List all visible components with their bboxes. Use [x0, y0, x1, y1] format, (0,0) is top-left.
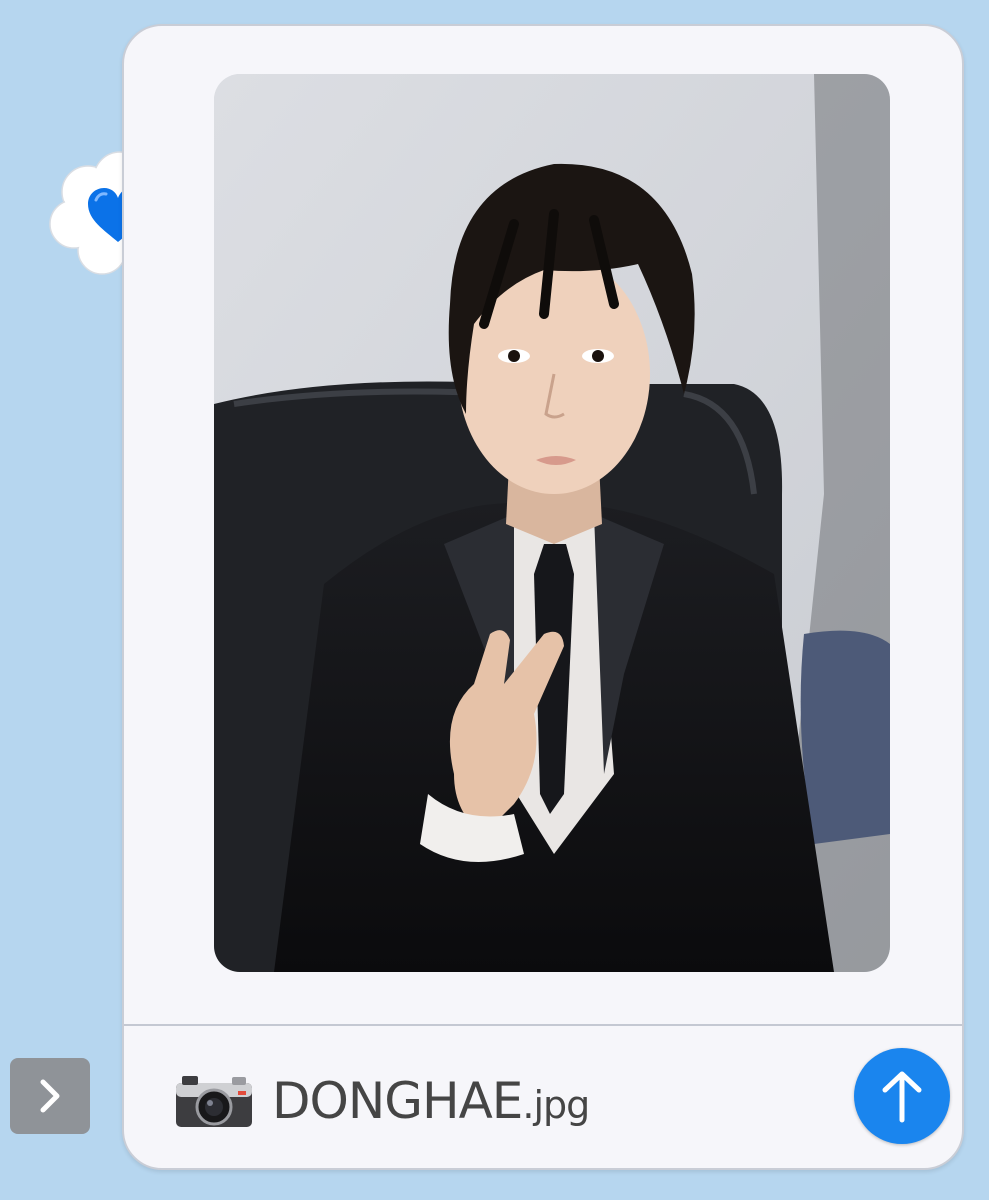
- composer-divider: [124, 1024, 962, 1026]
- send-button[interactable]: [854, 1048, 950, 1144]
- message-card: DONGHAE.jpg: [122, 24, 964, 1170]
- camera-icon: [174, 1071, 254, 1131]
- attachment-file-name: DONGHAE.jpg: [272, 1072, 590, 1130]
- portrait-image: [214, 74, 890, 972]
- chevron-right-icon: [40, 1079, 60, 1113]
- expand-button[interactable]: [10, 1058, 90, 1134]
- arrow-up-icon: [882, 1071, 922, 1123]
- attachment-row[interactable]: DONGHAE.jpg: [174, 1066, 590, 1136]
- photo-attachment[interactable]: [214, 74, 890, 972]
